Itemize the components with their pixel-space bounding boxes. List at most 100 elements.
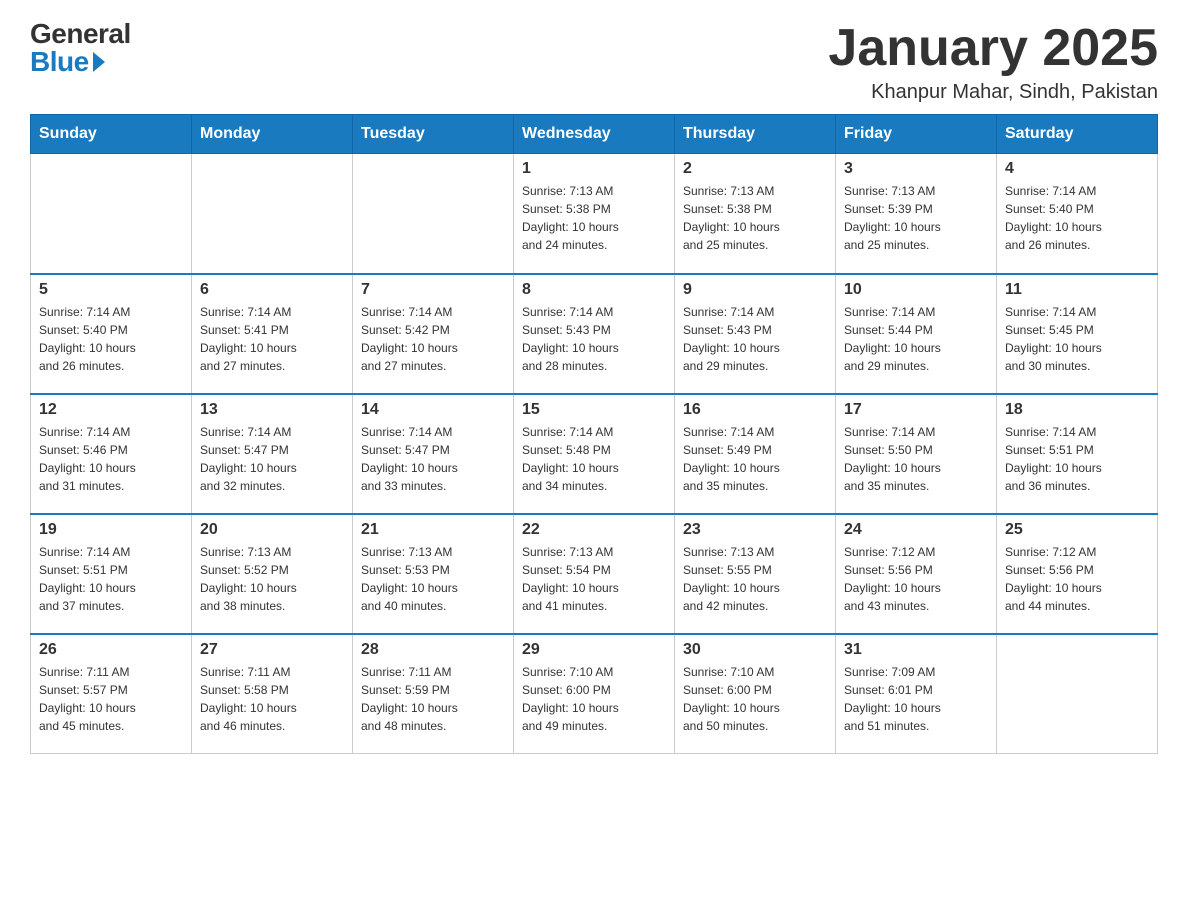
calendar-cell: 5 Sunrise: 7:14 AM Sunset: 5:40 PM Daylig… [31,274,192,394]
day-number: 12 [39,401,183,419]
day-info: Sunrise: 7:14 AM Sunset: 5:43 PM Dayligh… [683,303,827,375]
day-info: Sunrise: 7:11 AM Sunset: 5:58 PM Dayligh… [200,663,344,735]
logo-arrow-icon [93,52,105,72]
calendar-cell: 23 Sunrise: 7:13 AM Sunset: 5:55 PM Dayli… [675,514,836,634]
day-info: Sunrise: 7:12 AM Sunset: 5:56 PM Dayligh… [1005,543,1149,615]
day-info: Sunrise: 7:09 AM Sunset: 6:01 PM Dayligh… [844,663,988,735]
day-number: 16 [683,401,827,419]
day-number: 17 [844,401,988,419]
day-number: 27 [200,641,344,659]
calendar-cell [192,154,353,274]
day-info: Sunrise: 7:10 AM Sunset: 6:00 PM Dayligh… [522,663,666,735]
calendar-cell [31,154,192,274]
calendar-cell: 6 Sunrise: 7:14 AM Sunset: 5:41 PM Daylig… [192,274,353,394]
day-info: Sunrise: 7:14 AM Sunset: 5:40 PM Dayligh… [39,303,183,375]
calendar-cell: 10Sunrise: 7:14 AM Sunset: 5:44 PM Dayli… [836,274,997,394]
day-number: 9 [683,281,827,299]
calendar-cell: 14Sunrise: 7:14 AM Sunset: 5:47 PM Dayli… [353,394,514,514]
title-block: January 2025 Khanpur Mahar, Sindh, Pakis… [828,20,1158,104]
calendar-cell [353,154,514,274]
logo-blue-text: Blue [30,48,105,76]
calendar-week-row: 12 Sunrise: 7:14 AM Sunset: 5:46 PM Dayli… [31,394,1158,514]
day-info: Sunrise: 7:14 AM Sunset: 5:51 PM Dayligh… [1005,423,1149,495]
day-info: Sunrise: 7:11 AM Sunset: 5:57 PM Dayligh… [39,663,183,735]
day-number: 1 [522,160,666,178]
calendar-cell: 22 Sunrise: 7:13 AM Sunset: 5:54 PM Dayli… [514,514,675,634]
day-info: Sunrise: 7:13 AM Sunset: 5:53 PM Dayligh… [361,543,505,615]
day-number: 3 [844,160,988,178]
day-info: Sunrise: 7:14 AM Sunset: 5:40 PM Dayligh… [1005,182,1149,254]
day-info: Sunrise: 7:13 AM Sunset: 5:39 PM Dayligh… [844,182,988,254]
calendar-header-row: SundayMondayTuesdayWednesdayThursdayFrid… [31,115,1158,154]
day-number: 15 [522,401,666,419]
calendar-cell: 9 Sunrise: 7:14 AM Sunset: 5:43 PM Daylig… [675,274,836,394]
calendar-week-row: 1 Sunrise: 7:13 AM Sunset: 5:38 PM Daylig… [31,154,1158,274]
calendar-week-row: 19 Sunrise: 7:14 AM Sunset: 5:51 PM Dayli… [31,514,1158,634]
day-info: Sunrise: 7:14 AM Sunset: 5:49 PM Dayligh… [683,423,827,495]
day-info: Sunrise: 7:14 AM Sunset: 5:46 PM Dayligh… [39,423,183,495]
day-info: Sunrise: 7:14 AM Sunset: 5:43 PM Dayligh… [522,303,666,375]
calendar-header-saturday: Saturday [997,115,1158,154]
day-info: Sunrise: 7:13 AM Sunset: 5:52 PM Dayligh… [200,543,344,615]
calendar-week-row: 5 Sunrise: 7:14 AM Sunset: 5:40 PM Daylig… [31,274,1158,394]
calendar-cell: 19 Sunrise: 7:14 AM Sunset: 5:51 PM Dayli… [31,514,192,634]
day-info: Sunrise: 7:14 AM Sunset: 5:47 PM Dayligh… [200,423,344,495]
day-info: Sunrise: 7:14 AM Sunset: 5:45 PM Dayligh… [1005,303,1149,375]
day-number: 25 [1005,521,1149,539]
page-header: General Blue January 2025 Khanpur Mahar,… [30,20,1158,104]
day-number: 20 [200,521,344,539]
calendar-cell: 15 Sunrise: 7:14 AM Sunset: 5:48 PM Dayli… [514,394,675,514]
day-info: Sunrise: 7:10 AM Sunset: 6:00 PM Dayligh… [683,663,827,735]
day-info: Sunrise: 7:13 AM Sunset: 5:38 PM Dayligh… [522,182,666,254]
calendar-cell: 31 Sunrise: 7:09 AM Sunset: 6:01 PM Dayli… [836,634,997,754]
location-text: Khanpur Mahar, Sindh, Pakistan [828,81,1158,104]
calendar-header-wednesday: Wednesday [514,115,675,154]
calendar-cell: 16 Sunrise: 7:14 AM Sunset: 5:49 PM Dayli… [675,394,836,514]
day-info: Sunrise: 7:13 AM Sunset: 5:54 PM Dayligh… [522,543,666,615]
calendar-cell: 30Sunrise: 7:10 AM Sunset: 6:00 PM Dayli… [675,634,836,754]
calendar-cell: 7Sunrise: 7:14 AM Sunset: 5:42 PM Daylig… [353,274,514,394]
day-info: Sunrise: 7:14 AM Sunset: 5:50 PM Dayligh… [844,423,988,495]
day-info: Sunrise: 7:11 AM Sunset: 5:59 PM Dayligh… [361,663,505,735]
calendar-header-tuesday: Tuesday [353,115,514,154]
day-number: 23 [683,521,827,539]
logo: General Blue [30,20,131,76]
calendar-header-friday: Friday [836,115,997,154]
day-info: Sunrise: 7:14 AM Sunset: 5:48 PM Dayligh… [522,423,666,495]
calendar-cell: 24Sunrise: 7:12 AM Sunset: 5:56 PM Dayli… [836,514,997,634]
calendar-header-monday: Monday [192,115,353,154]
calendar-cell: 12 Sunrise: 7:14 AM Sunset: 5:46 PM Dayli… [31,394,192,514]
calendar-cell [997,634,1158,754]
day-number: 2 [683,160,827,178]
calendar-cell: 20 Sunrise: 7:13 AM Sunset: 5:52 PM Dayli… [192,514,353,634]
calendar-cell: 25 Sunrise: 7:12 AM Sunset: 5:56 PM Dayli… [997,514,1158,634]
day-number: 21 [361,521,505,539]
calendar-cell: 27 Sunrise: 7:11 AM Sunset: 5:58 PM Dayli… [192,634,353,754]
day-info: Sunrise: 7:14 AM Sunset: 5:41 PM Dayligh… [200,303,344,375]
day-number: 28 [361,641,505,659]
calendar-cell: 17 Sunrise: 7:14 AM Sunset: 5:50 PM Dayli… [836,394,997,514]
day-info: Sunrise: 7:13 AM Sunset: 5:55 PM Dayligh… [683,543,827,615]
day-number: 6 [200,281,344,299]
day-number: 10 [844,281,988,299]
calendar-cell: 1 Sunrise: 7:13 AM Sunset: 5:38 PM Daylig… [514,154,675,274]
day-number: 29 [522,641,666,659]
day-number: 18 [1005,401,1149,419]
day-number: 8 [522,281,666,299]
calendar-week-row: 26Sunrise: 7:11 AM Sunset: 5:57 PM Dayli… [31,634,1158,754]
month-title: January 2025 [828,20,1158,77]
day-number: 31 [844,641,988,659]
day-number: 5 [39,281,183,299]
day-number: 11 [1005,281,1149,299]
calendar-cell: 13Sunrise: 7:14 AM Sunset: 5:47 PM Dayli… [192,394,353,514]
day-number: 4 [1005,160,1149,178]
calendar-header-sunday: Sunday [31,115,192,154]
calendar-cell: 11 Sunrise: 7:14 AM Sunset: 5:45 PM Dayli… [997,274,1158,394]
day-number: 7 [361,281,505,299]
day-number: 19 [39,521,183,539]
calendar-cell: 4 Sunrise: 7:14 AM Sunset: 5:40 PM Daylig… [997,154,1158,274]
day-number: 24 [844,521,988,539]
calendar-cell: 29 Sunrise: 7:10 AM Sunset: 6:00 PM Dayli… [514,634,675,754]
day-number: 22 [522,521,666,539]
day-info: Sunrise: 7:14 AM Sunset: 5:51 PM Dayligh… [39,543,183,615]
